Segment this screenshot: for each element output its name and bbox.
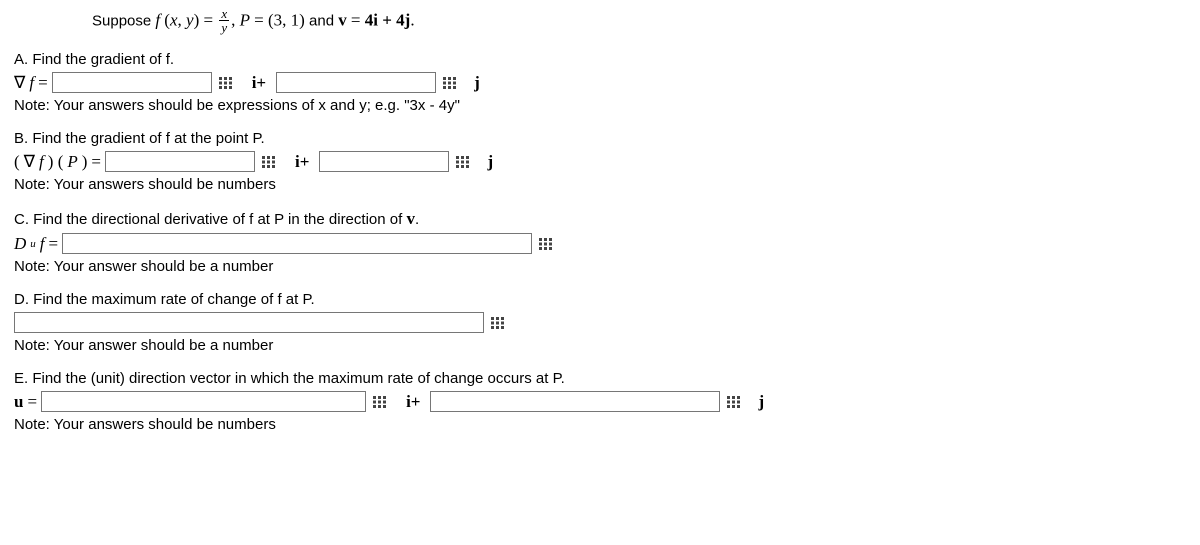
part-a-note: Note: Your answers should be expressions… [14, 97, 1186, 114]
part-b: B. Find the gradient of f at the point P… [14, 130, 1186, 193]
part-a-prompt: A. Find the gradient of f. [14, 51, 1186, 68]
equation-editor-icon[interactable] [368, 391, 394, 412]
math-x: x [170, 10, 178, 29]
fraction-den: y [219, 20, 229, 34]
part-b-answer-line: (∇f) (P) = i+ j [14, 151, 1186, 172]
fraction-num: x [219, 7, 229, 20]
math-j: j [758, 392, 764, 412]
text: . [415, 211, 419, 228]
part-e-answer-line: u = i+ j [14, 391, 1186, 412]
part-c-input[interactable] [62, 233, 532, 254]
part-d-input[interactable] [14, 312, 484, 333]
part-b-prompt: B. Find the gradient of f at the point P… [14, 130, 1186, 147]
math-P: P [67, 152, 77, 172]
part-c-prompt: C. Find the directional derivative of f … [14, 209, 1186, 229]
math-pval: (3, 1) [268, 10, 305, 29]
question-page: Suppose f (x, y) = x y , P = (3, 1) and … [0, 0, 1200, 545]
math-i-plus: i+ [252, 73, 266, 93]
math-u: u [14, 392, 23, 412]
equation-editor-icon[interactable] [534, 233, 560, 254]
math: , [231, 10, 240, 29]
part-e: E. Find the (unit) direction vector in w… [14, 370, 1186, 433]
math-v: v [338, 10, 347, 29]
math-i-plus: i+ [295, 152, 309, 172]
part-a: A. Find the gradient of f. ∇f = i+ j Not… [14, 51, 1186, 114]
math-f: f [40, 234, 45, 254]
part-d-answer-line [14, 312, 1186, 333]
math: , [178, 10, 187, 29]
part-c: C. Find the directional derivative of f … [14, 209, 1186, 275]
math-eq: = [254, 10, 268, 29]
math-P: P [240, 10, 250, 29]
equation-editor-icon[interactable] [438, 72, 464, 93]
equation-editor-icon[interactable] [722, 391, 748, 412]
math-sub-u: u [30, 238, 36, 250]
math-eq: = [38, 73, 48, 93]
text: Suppose [92, 12, 155, 29]
part-e-input-i[interactable] [41, 391, 366, 412]
part-d: D. Find the maximum rate of change of f … [14, 291, 1186, 354]
equation-editor-icon[interactable] [214, 72, 240, 93]
math-i-plus: i+ [406, 392, 420, 412]
part-b-input-i[interactable] [105, 151, 255, 172]
part-b-note: Note: Your answers should be numbers [14, 176, 1186, 193]
nabla: ∇ [24, 152, 35, 172]
part-d-note: Note: Your answer should be a number [14, 337, 1186, 354]
math: ( [14, 152, 20, 172]
math: ) [82, 152, 88, 172]
equation-editor-icon[interactable] [257, 151, 283, 172]
equation-editor-icon[interactable] [486, 312, 512, 333]
math-f: f [39, 152, 44, 172]
math-f: f [155, 10, 160, 29]
text: C. Find the directional derivative of f … [14, 211, 406, 228]
part-d-prompt: D. Find the maximum rate of change of f … [14, 291, 1186, 308]
math-v: v [406, 209, 415, 228]
math-vval: 4i + 4j [365, 10, 411, 29]
math-j: j [487, 152, 493, 172]
math-eq: = [27, 392, 37, 412]
text: and [309, 12, 338, 29]
part-c-answer-line: Duf = [14, 233, 1186, 254]
math-y: y [186, 10, 194, 29]
text: . [410, 10, 414, 29]
math-eq: = [203, 10, 217, 29]
math-D: D [14, 234, 26, 254]
nabla: ∇ [14, 73, 25, 93]
math-eq: = [351, 10, 365, 29]
math-j: j [474, 73, 480, 93]
part-c-note: Note: Your answer should be a number [14, 258, 1186, 275]
part-a-input-j[interactable] [276, 72, 436, 93]
math-fraction: x y [219, 7, 229, 34]
part-b-input-j[interactable] [319, 151, 449, 172]
part-a-input-i[interactable] [52, 72, 212, 93]
equation-editor-icon[interactable] [451, 151, 477, 172]
part-e-prompt: E. Find the (unit) direction vector in w… [14, 370, 1186, 387]
part-a-answer-line: ∇f = i+ j [14, 72, 1186, 93]
math-f: f [29, 73, 34, 93]
part-e-input-j[interactable] [430, 391, 720, 412]
math-eq: = [91, 152, 101, 172]
math: ) [194, 10, 204, 29]
math-eq: = [49, 234, 59, 254]
part-e-note: Note: Your answers should be numbers [14, 416, 1186, 433]
problem-statement: Suppose f (x, y) = x y , P = (3, 1) and … [92, 8, 1186, 35]
math: ) ( [48, 152, 64, 172]
